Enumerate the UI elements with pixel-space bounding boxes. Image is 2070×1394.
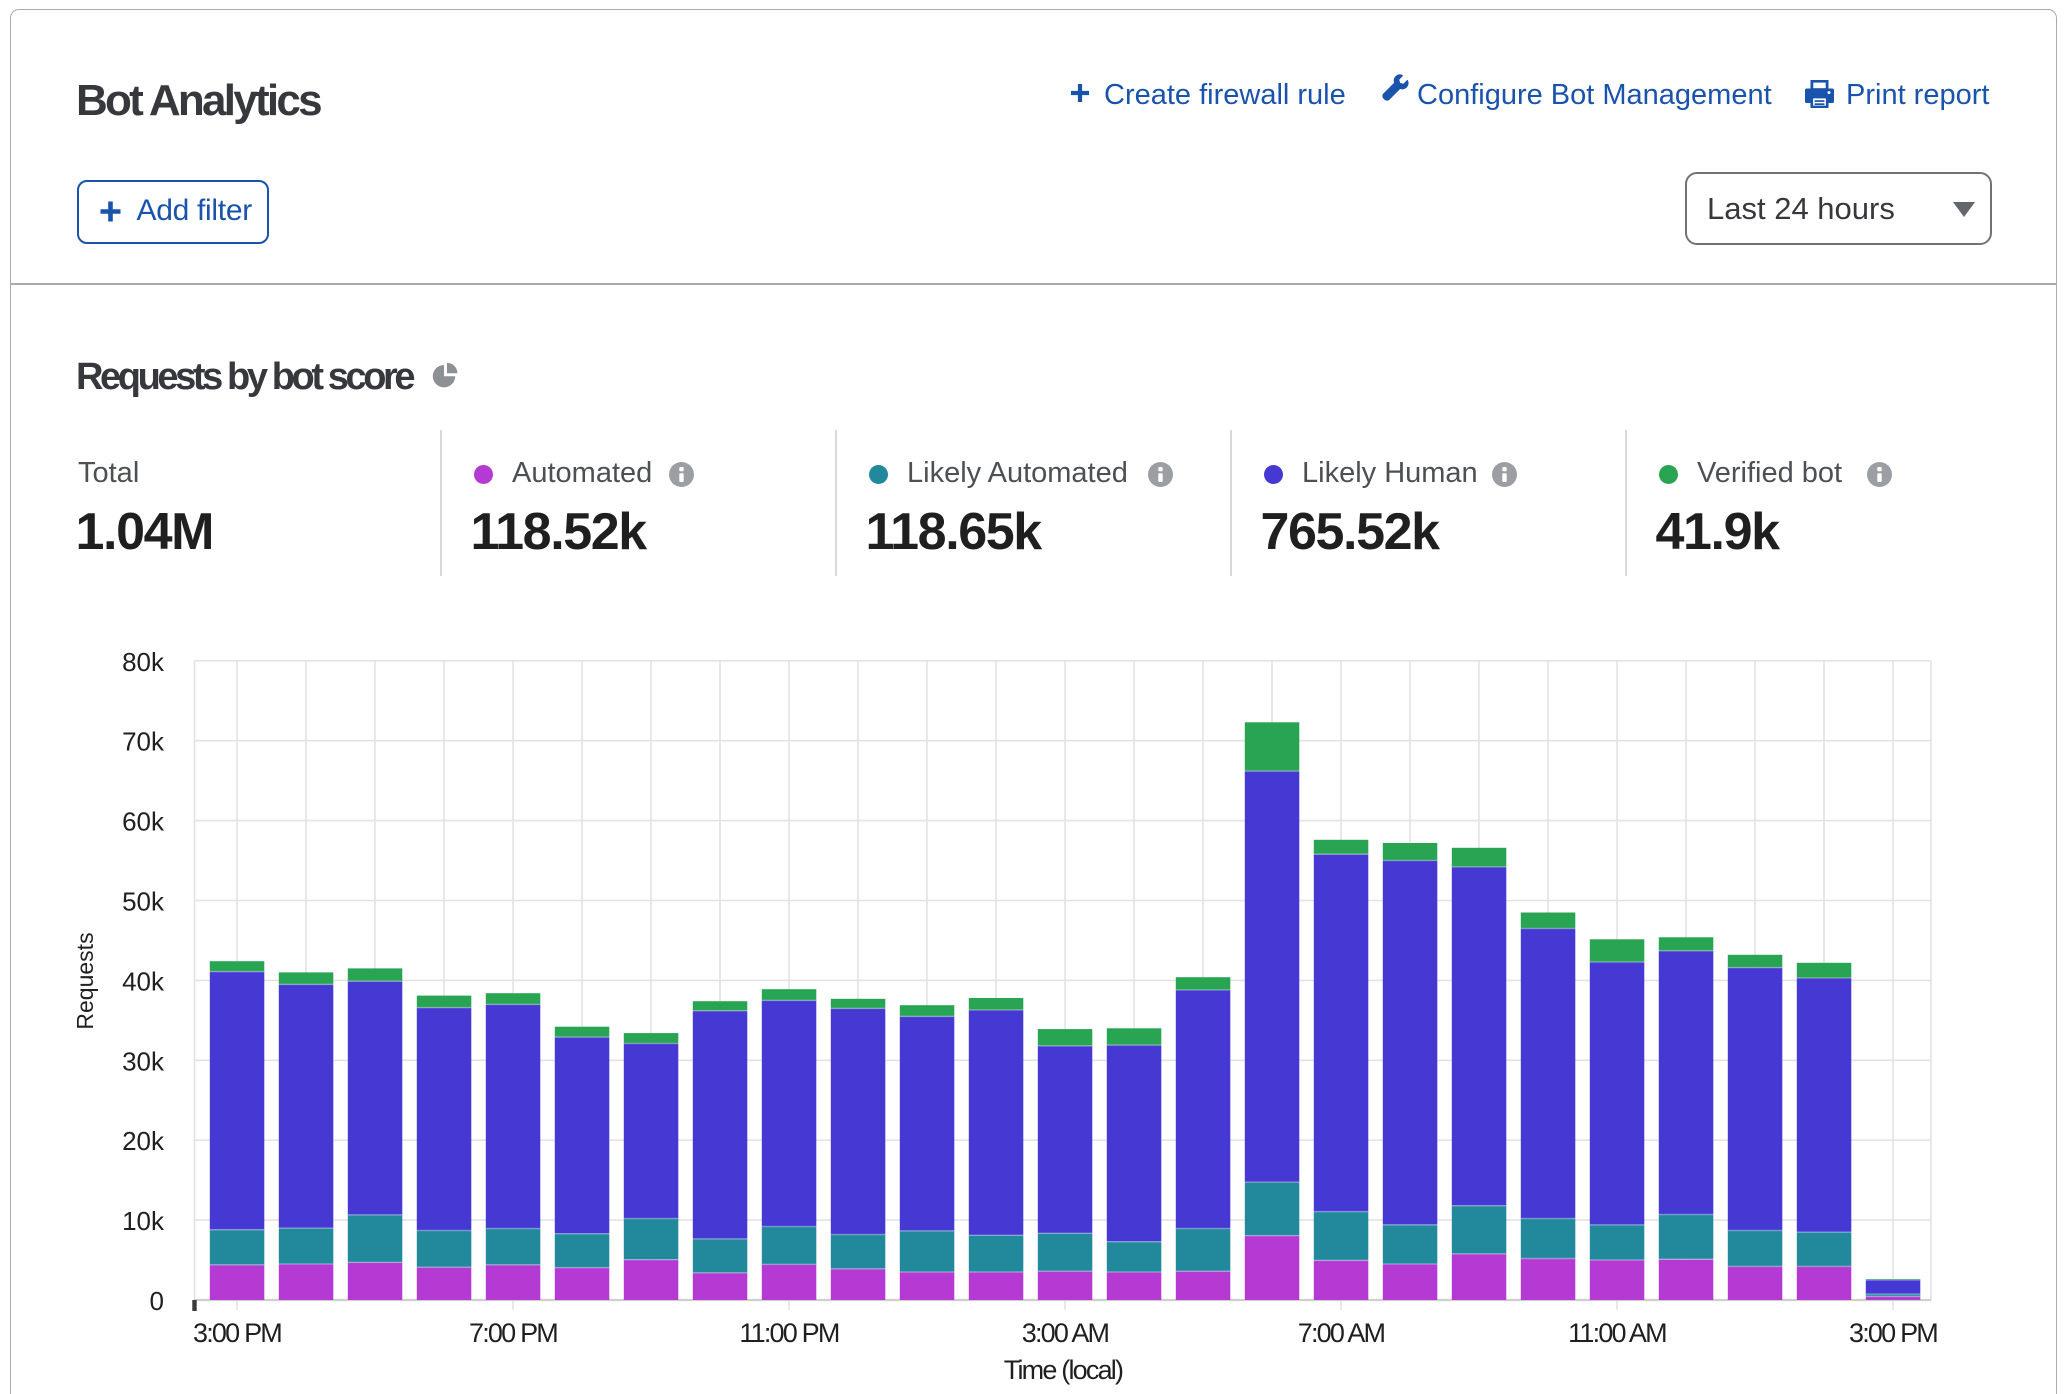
svg-text:80k: 80k [122, 647, 165, 677]
svg-text:60k: 60k [122, 807, 165, 837]
svg-text:70k: 70k [122, 727, 165, 757]
svg-text:0: 0 [150, 1286, 164, 1316]
svg-text:Time (local): Time (local) [1004, 1355, 1123, 1385]
svg-text:7:00 PM: 7:00 PM [469, 1318, 557, 1348]
svg-text:7:00 AM: 7:00 AM [1298, 1318, 1385, 1348]
svg-text:11:00 PM: 11:00 PM [739, 1318, 838, 1348]
svg-text:50k: 50k [122, 887, 165, 917]
svg-text:3:00 PM: 3:00 PM [193, 1318, 281, 1348]
svg-text:3:00 PM: 3:00 PM [1849, 1318, 1937, 1348]
svg-text:30k: 30k [122, 1046, 165, 1076]
svg-text:10k: 10k [122, 1206, 165, 1236]
svg-text:Requests: Requests [72, 932, 98, 1029]
svg-text:40k: 40k [122, 966, 165, 996]
svg-text:11:00 AM: 11:00 AM [1568, 1318, 1666, 1348]
svg-text:3:00 AM: 3:00 AM [1022, 1318, 1109, 1348]
svg-text:20k: 20k [122, 1126, 165, 1156]
